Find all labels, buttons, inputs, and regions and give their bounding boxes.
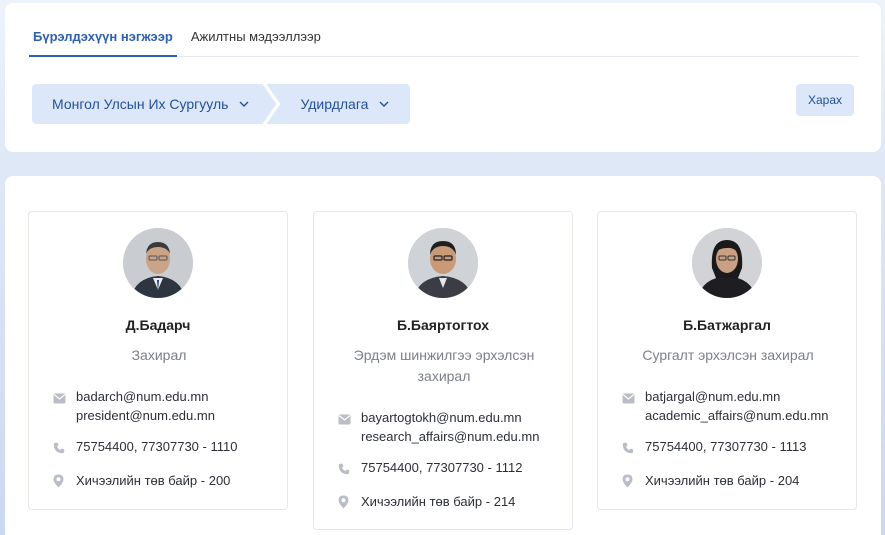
university-select[interactable]: Монгол Улсын Их Сургууль <box>32 84 276 124</box>
phone-number: 75754400, 77307730 - 1110 <box>76 439 238 454</box>
staff-role: Эрдэм шинжилгээ эрхэлсэн захирал <box>353 347 535 384</box>
mail-icon <box>622 387 635 425</box>
avatar <box>123 228 193 298</box>
staff-role: Захирал <box>131 347 187 363</box>
tab-bar: Бүрэлдэхүүн нэгжээр Ажилтны мэдээллээр <box>29 25 859 57</box>
staff-card: Б.Батжаргал Сургалт эрхэлсэн захирал bat… <box>597 211 857 510</box>
avatar <box>692 228 762 298</box>
email-link[interactable]: batjargal@num.edu.mn <box>645 387 829 406</box>
avatar <box>408 228 478 298</box>
email-link[interactable]: president@num.edu.mn <box>76 406 215 425</box>
phone-number: 75754400, 77307730 - 1113 <box>645 439 807 454</box>
chevron-down-icon <box>379 101 389 107</box>
location-pin-icon <box>622 471 635 493</box>
phone-number: 75754400, 77307730 - 1112 <box>361 460 523 475</box>
location-pin-icon <box>338 492 351 514</box>
location-pin-icon <box>53 471 66 493</box>
staff-list-panel: Д.Бадарч Захирал badarch@num.edu.mn pres… <box>5 176 881 535</box>
staff-name: Б.Баяртогтох <box>396 317 490 333</box>
phone-icon <box>622 437 635 459</box>
view-button[interactable]: Харах <box>796 84 854 116</box>
breadcrumb: Монгол Улсын Их Сургууль Удирдлага <box>32 84 411 124</box>
email-link[interactable]: research_affairs@num.edu.mn <box>361 427 539 446</box>
tab-by-unit[interactable]: Бүрэлдэхүүн нэгжээр <box>29 25 177 57</box>
university-select-label: Монгол Улсын Их Сургууль <box>52 96 229 112</box>
staff-card: Д.Бадарч Захирал badarch@num.edu.mn pres… <box>28 211 288 510</box>
staff-name: Д.Бадарч <box>125 317 191 333</box>
staff-name: Б.Батжаргал <box>683 317 771 333</box>
contact-info: bayartogtokh@num.edu.mn research_affairs… <box>338 408 568 514</box>
office-location: Хичээлийн төв байр - 200 <box>76 473 231 488</box>
unit-select-label: Удирдлага <box>300 96 369 112</box>
filter-panel: Бүрэлдэхүүн нэгжээр Ажилтны мэдээллээр М… <box>5 3 881 152</box>
chevron-down-icon <box>238 98 250 110</box>
staff-card: Б.Баяртогтох Эрдэм шинжилгээ эрхэлсэн за… <box>313 211 573 530</box>
contact-info: badarch@num.edu.mn president@num.edu.mn … <box>53 387 283 493</box>
staff-role: Сургалт эрхэлсэн захирал <box>642 347 814 363</box>
unit-select[interactable]: Удирдлага <box>266 84 411 124</box>
mail-icon <box>53 387 66 425</box>
office-location: Хичээлийн төв байр - 214 <box>361 494 516 509</box>
email-link[interactable]: bayartogtokh@num.edu.mn <box>361 408 539 427</box>
contact-info: batjargal@num.edu.mn academic_affairs@nu… <box>622 387 852 493</box>
email-link[interactable]: academic_affairs@num.edu.mn <box>645 406 829 425</box>
phone-icon <box>53 437 66 459</box>
tab-by-employee[interactable]: Ажилтны мэдээллээр <box>187 25 325 57</box>
phone-icon <box>338 458 351 480</box>
mail-icon <box>338 408 351 446</box>
office-location: Хичээлийн төв байр - 204 <box>645 473 800 488</box>
email-link[interactable]: badarch@num.edu.mn <box>76 387 215 406</box>
